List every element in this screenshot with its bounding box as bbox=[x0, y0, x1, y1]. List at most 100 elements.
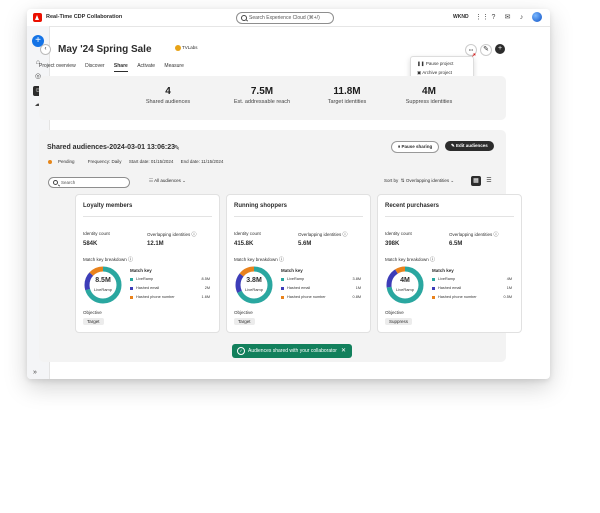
audience-card[interactable]: Running shoppers Identity count Overlappin… bbox=[226, 194, 371, 333]
match-key-donut-chart bbox=[84, 266, 122, 304]
match-key-row: Hashed email 1M bbox=[432, 286, 512, 290]
section-title: Shared audiences-2024-03-01 13:06:23 bbox=[47, 144, 176, 151]
menu-pause-label: Pause project bbox=[425, 61, 454, 66]
breakdown-label-text: Match key breakdown bbox=[234, 257, 278, 262]
tab-project-overview[interactable]: Project overview bbox=[39, 63, 76, 71]
match-key-name: LiveRamp bbox=[287, 277, 305, 281]
legend-swatch bbox=[432, 286, 435, 290]
top-bar: Real-Time CDP Collaboration Search Exper… bbox=[27, 9, 550, 27]
app-title: Real-Time CDP Collaboration bbox=[46, 14, 123, 20]
chevron-down-icon: ⌄ bbox=[450, 178, 455, 183]
match-key-row: Hashed phone number 0.5M bbox=[432, 295, 512, 299]
org-switcher[interactable]: WKND bbox=[453, 14, 469, 20]
match-key-name: Hashed phone number bbox=[136, 295, 175, 299]
end-date-label: End date: 11/15/2024 bbox=[180, 159, 224, 164]
overlapping-label: Overlapping identities ⓘ bbox=[449, 231, 499, 238]
stat-shared-audiences: 4 Shared audiences bbox=[118, 86, 218, 105]
menu-item-pause-project[interactable]: ❚❚ Pause project bbox=[417, 61, 453, 67]
pause-sharing-button[interactable]: ⏸ Pause sharing bbox=[391, 141, 440, 153]
avatar[interactable] bbox=[532, 12, 542, 22]
match-key-donut-chart bbox=[386, 266, 424, 304]
audience-card[interactable]: Loyalty members Identity count Overlapping… bbox=[75, 194, 220, 333]
match-key-name: LiveRamp bbox=[438, 277, 456, 281]
info-icon[interactable]: ⓘ bbox=[430, 257, 435, 263]
match-key-row: Hashed email 2M bbox=[130, 286, 210, 290]
match-key-value: 8.5M bbox=[201, 277, 210, 281]
edit-audiences-button[interactable]: ✎ Edit audiences bbox=[445, 141, 494, 151]
pause-circle-icon: ⏸ bbox=[398, 144, 401, 149]
grid-view-button[interactable]: ▦ bbox=[471, 176, 481, 186]
stat-value: 4 bbox=[165, 86, 171, 97]
edit-project-button[interactable]: ✎ bbox=[480, 44, 492, 56]
identity-count-value: 584K bbox=[83, 241, 98, 247]
tab-discover[interactable]: Discover bbox=[85, 63, 104, 71]
sort-prefix: Sort by bbox=[384, 178, 399, 183]
status-badge: Pending bbox=[48, 159, 81, 164]
bell-icon[interactable]: ♪ bbox=[517, 13, 526, 22]
match-key-value: 3.8M bbox=[352, 277, 361, 281]
info-icon[interactable]: ⓘ bbox=[494, 232, 499, 238]
sort-icon: ⇅ bbox=[400, 178, 405, 183]
breakdown-label: Match key breakdown ⓘ bbox=[234, 256, 284, 263]
info-icon[interactable]: ⓘ bbox=[343, 232, 348, 238]
info-icon[interactable]: ⓘ bbox=[128, 257, 133, 263]
overlapping-value: 5.6M bbox=[298, 241, 312, 247]
legend-swatch bbox=[281, 295, 284, 299]
identity-count-label: Identity count bbox=[385, 231, 412, 236]
add-button[interactable]: + bbox=[495, 44, 505, 54]
filter-label: All audiences bbox=[154, 178, 181, 183]
identity-count-value: 398K bbox=[385, 241, 400, 247]
sort-dropdown[interactable]: Sort by ⇅ Overlapping identities ⌄ bbox=[384, 178, 454, 184]
adobe-logo-icon[interactable] bbox=[33, 13, 42, 22]
match-key-name: LiveRamp bbox=[136, 277, 154, 281]
legend-swatch bbox=[432, 295, 435, 299]
match-key-value: 1M bbox=[355, 286, 361, 290]
stat-label: Shared audiences bbox=[145, 99, 191, 105]
tab-share[interactable]: Share bbox=[113, 63, 128, 72]
audience-card[interactable]: Recent purchasers Identity count Overlappi… bbox=[377, 194, 522, 333]
legend-swatch bbox=[130, 295, 133, 299]
global-search-input[interactable]: Search Experience Cloud (⌘+/) bbox=[236, 12, 334, 24]
audience-search-input[interactable]: Search bbox=[48, 177, 130, 188]
match-key-title: Match key bbox=[432, 268, 454, 273]
status-label: Pending bbox=[58, 159, 75, 164]
info-icon[interactable]: ⓘ bbox=[279, 257, 284, 263]
identity-count-label: Identity count bbox=[83, 231, 110, 236]
overlapping-label-text: Overlapping identities bbox=[147, 232, 191, 237]
info-icon[interactable]: ⓘ bbox=[192, 232, 197, 238]
list-view-button[interactable]: ☰ bbox=[484, 176, 494, 186]
identity-count-value: 415.8K bbox=[234, 241, 254, 247]
rail-expand-icon[interactable]: » bbox=[33, 369, 37, 376]
audience-filter-dropdown[interactable]: ☷ All audiences ⌄ bbox=[149, 178, 186, 184]
archive-icon: ▣ bbox=[417, 70, 422, 75]
legend-swatch bbox=[130, 286, 133, 290]
overlapping-value: 12.1M bbox=[147, 241, 164, 247]
breakdown-label-text: Match key breakdown bbox=[83, 257, 127, 262]
collaborator-badge: TVLabs bbox=[175, 45, 198, 51]
donut-label: LiveRamp bbox=[244, 287, 263, 292]
close-icon[interactable]: ✕ bbox=[341, 344, 346, 358]
status-dot-icon bbox=[48, 159, 52, 164]
chat-icon[interactable]: ✉ bbox=[503, 13, 512, 22]
tab-activate[interactable]: Activate bbox=[137, 63, 155, 71]
match-key-row: Hashed phone number 1.6M bbox=[130, 295, 210, 299]
pause-icon: ❚❚ bbox=[417, 61, 425, 66]
grid-icon[interactable]: ⋮⋮ bbox=[475, 13, 489, 22]
edit-name-icon[interactable]: ✎ bbox=[174, 144, 180, 152]
tab-measure[interactable]: Measure bbox=[164, 63, 183, 71]
pencil-icon: ✎ bbox=[451, 143, 455, 148]
match-key-title: Match key bbox=[281, 268, 303, 273]
back-button[interactable]: ‹ bbox=[40, 44, 51, 55]
match-key-row: LiveRamp 3.8M bbox=[281, 277, 361, 281]
match-key-value: 4M bbox=[506, 277, 512, 281]
menu-archive-label: Archive project bbox=[422, 70, 453, 75]
objective-label: Objective bbox=[385, 310, 404, 315]
toast-message: Audiences shared with your collaborator bbox=[248, 348, 337, 354]
help-icon[interactable]: ? bbox=[489, 13, 498, 22]
donut-value: 8.5M bbox=[95, 277, 111, 284]
stat-value: 4M bbox=[422, 86, 436, 97]
match-key-value: 0.5M bbox=[503, 295, 512, 299]
match-key-row: Hashed email 1M bbox=[281, 286, 361, 290]
legend-swatch bbox=[281, 277, 284, 281]
audience-search-placeholder: Search bbox=[61, 180, 76, 185]
